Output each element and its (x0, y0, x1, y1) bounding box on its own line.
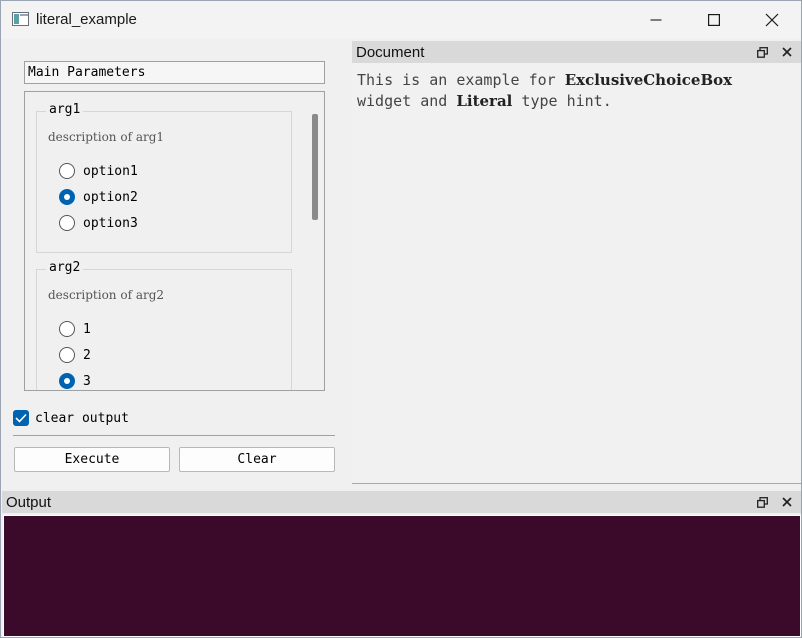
close-icon (782, 47, 792, 57)
clear-output-label[interactable]: clear output (35, 411, 129, 426)
output-dock-header[interactable]: Output (2, 491, 801, 513)
arg2-groupbox: arg2 description of arg2 1 2 3 (36, 260, 292, 390)
radio-button-checked-icon[interactable] (59, 373, 75, 389)
clear-output-checkbox[interactable]: clear output (13, 410, 129, 426)
arg2-description: description of arg2 (48, 288, 165, 302)
radio-label[interactable]: option3 (83, 216, 138, 231)
doc-bold-type-name: Literal (456, 92, 513, 110)
title-bar[interactable]: literal_example (1, 1, 801, 39)
float-dock-button[interactable] (755, 495, 769, 509)
close-icon (765, 13, 779, 27)
restore-icon (756, 46, 768, 58)
radio-label[interactable]: 3 (83, 374, 91, 389)
checkbox-checked-icon[interactable] (13, 410, 29, 426)
clear-button[interactable]: Clear (179, 447, 335, 472)
close-window-button[interactable] (743, 1, 801, 39)
main-parameters-header: Main Parameters (24, 61, 325, 84)
app-icon (12, 12, 29, 26)
arg2-title: arg2 (46, 260, 84, 275)
radio-option-1[interactable]: 1 (59, 320, 91, 338)
doc-text-part: This is an example for (357, 71, 565, 89)
radio-button-icon[interactable] (59, 215, 75, 231)
radio-option-2[interactable]: 2 (59, 346, 91, 364)
radio-button-checked-icon[interactable] (59, 189, 75, 205)
document-content: This is an example for ExclusiveChoiceBo… (352, 63, 801, 483)
radio-label[interactable]: 2 (83, 348, 91, 363)
app-window: literal_example Main Parameters arg1 des… (0, 0, 802, 638)
arg1-description: description of arg1 (48, 130, 165, 144)
document-bottom-border (352, 483, 801, 484)
radio-button-icon[interactable] (59, 321, 75, 337)
close-dock-button[interactable] (780, 495, 794, 509)
arg1-groupbox: arg1 description of arg1 option1 option2… (36, 102, 292, 253)
vertical-scrollbar-thumb[interactable] (312, 114, 318, 220)
doc-text-part: type hint. (512, 92, 612, 110)
parameters-scroll-area[interactable]: arg1 description of arg1 option1 option2… (24, 91, 325, 391)
radio-button-icon[interactable] (59, 163, 75, 179)
document-dock-header[interactable]: Document (352, 41, 801, 63)
close-dock-button[interactable] (780, 45, 794, 59)
radio-label[interactable]: option2 (83, 190, 138, 205)
radio-label[interactable]: option1 (83, 164, 138, 179)
close-icon (782, 497, 792, 507)
document-text: This is an example for ExclusiveChoiceBo… (357, 70, 777, 112)
arg1-title: arg1 (46, 102, 84, 117)
radio-label[interactable]: 1 (83, 322, 91, 337)
float-dock-button[interactable] (755, 45, 769, 59)
maximize-button[interactable] (685, 1, 743, 39)
divider (13, 435, 335, 436)
window-title: literal_example (36, 11, 137, 28)
restore-icon (756, 496, 768, 508)
output-console[interactable] (3, 515, 801, 637)
minimize-button[interactable] (627, 1, 685, 39)
maximize-icon (708, 14, 720, 26)
radio-option3[interactable]: option3 (59, 214, 138, 232)
doc-bold-widget-name: ExclusiveChoiceBox (564, 71, 733, 89)
execute-button[interactable]: Execute (14, 447, 170, 472)
radio-option1[interactable]: option1 (59, 162, 138, 180)
radio-option-3[interactable]: 3 (59, 372, 91, 390)
output-dock-title: Output (6, 494, 52, 511)
minimize-icon (650, 19, 662, 21)
doc-text-part: widget and (357, 92, 457, 110)
radio-button-icon[interactable] (59, 347, 75, 363)
document-dock-title: Document (356, 44, 425, 61)
radio-option2[interactable]: option2 (59, 188, 138, 206)
